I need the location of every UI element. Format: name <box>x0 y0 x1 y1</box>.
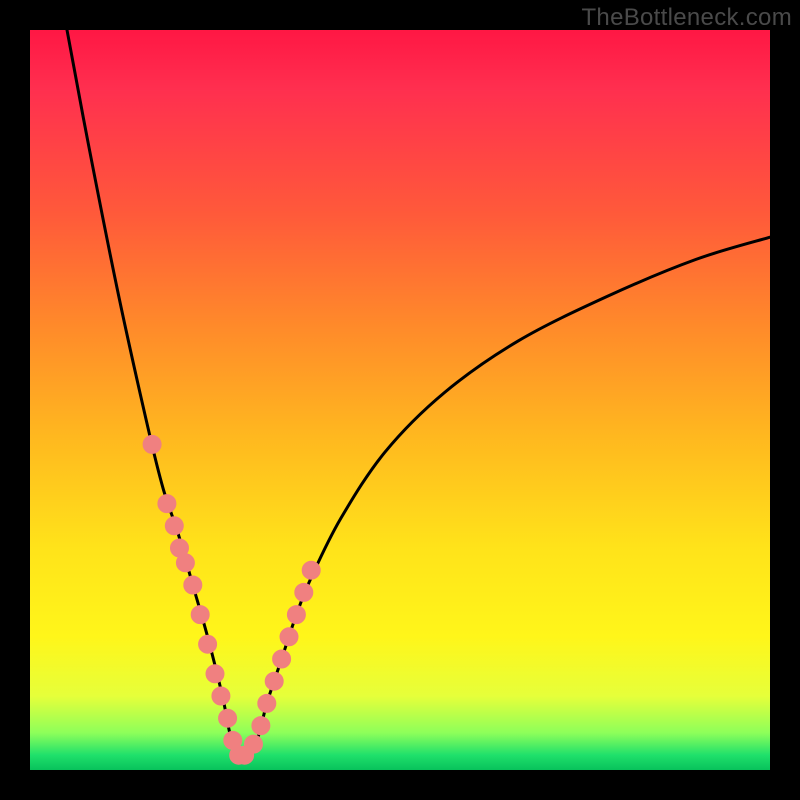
sample-marker <box>199 635 217 653</box>
sample-marker <box>143 435 161 453</box>
sample-marker <box>265 672 283 690</box>
plot-area <box>30 30 770 770</box>
sample-marker <box>287 606 305 624</box>
sample-markers <box>143 435 320 764</box>
bottleneck-curve <box>67 30 770 757</box>
watermark-text: TheBottleneck.com <box>581 4 792 32</box>
sample-marker <box>184 576 202 594</box>
curve-overlay <box>30 30 770 770</box>
sample-marker <box>302 561 320 579</box>
sample-marker <box>273 650 291 668</box>
sample-marker <box>252 717 270 735</box>
sample-marker <box>244 735 262 753</box>
sample-marker <box>212 687 230 705</box>
sample-marker <box>280 628 298 646</box>
sample-marker <box>176 554 194 572</box>
sample-marker <box>258 694 276 712</box>
sample-marker <box>219 709 237 727</box>
sample-marker <box>158 495 176 513</box>
sample-marker <box>295 583 313 601</box>
sample-marker <box>206 665 224 683</box>
sample-marker <box>191 606 209 624</box>
chart-frame: TheBottleneck.com <box>0 0 800 800</box>
sample-marker <box>165 517 183 535</box>
